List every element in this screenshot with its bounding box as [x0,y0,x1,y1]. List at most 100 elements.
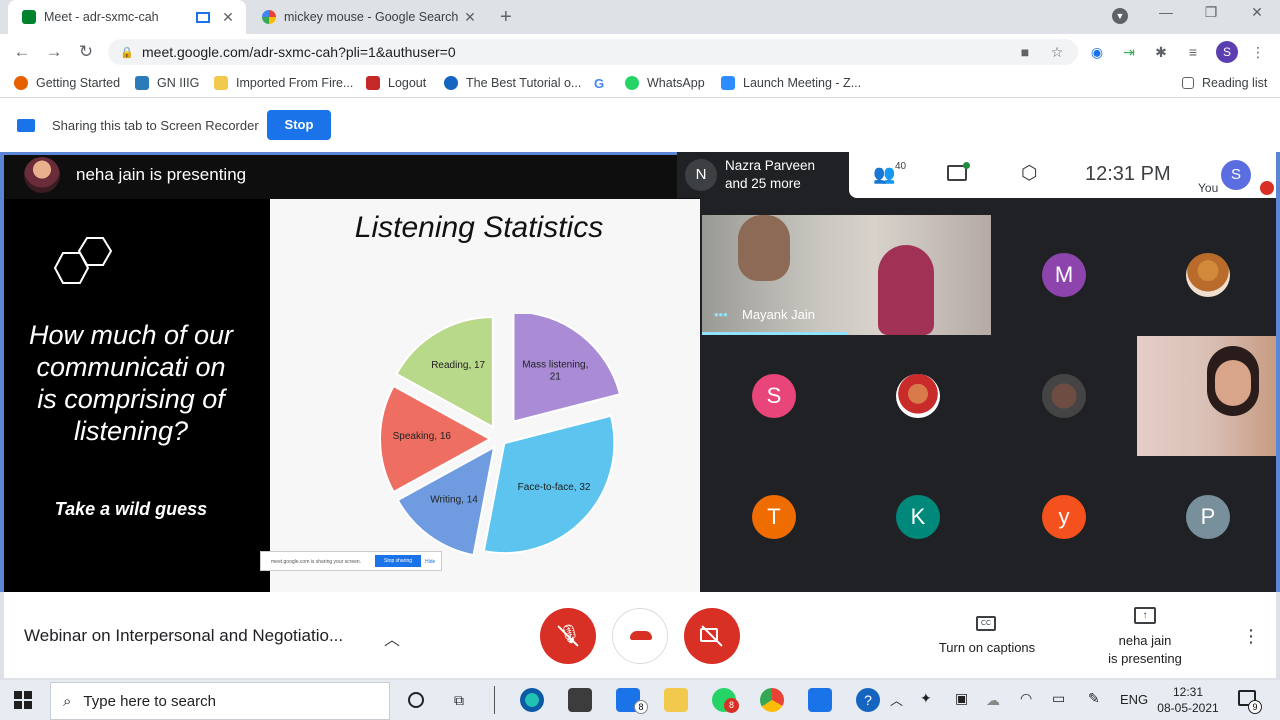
participant-avatar-photo[interactable] [1186,253,1230,297]
close-window-icon[interactable]: ✕ [1234,4,1280,21]
help-icon[interactable]: ? [856,688,880,712]
participant-avatar: N [685,159,717,191]
pen-icon[interactable]: ✎ [1088,690,1100,707]
slide-left-panel: How much of our communicati on is compri… [4,199,270,592]
windows-start-icon[interactable] [14,691,32,709]
task-view-icon[interactable]: ⧉ [454,692,464,709]
new-tab-icon[interactable]: + [500,6,512,29]
video-tile-participant[interactable] [1137,336,1276,456]
screen-sharing-bar: Sharing this tab to Screen Recorder Stop [0,98,1280,152]
forward-icon[interactable]: → [42,40,66,64]
screen-share-icon [17,119,35,132]
clock-date-text: 08-05-2021 [1157,701,1219,715]
more-options-icon[interactable]: ⋮ [1242,626,1260,647]
profile-avatar[interactable]: S [1216,41,1238,63]
battery-icon[interactable]: ▭ [1052,690,1065,707]
bookmark-star-icon[interactable]: ☆ [1048,43,1066,61]
system-clock[interactable]: 12:31 08-05-2021 [1150,684,1226,716]
extensions-icon[interactable]: ✱ [1152,43,1170,61]
notification-count: 9 [1248,700,1262,714]
participant-avatar-y[interactable]: y [1042,495,1086,539]
bookmark-imported[interactable]: Imported From Fire... [214,76,353,90]
presenting-status[interactable]: neha jain is presenting [1086,632,1204,668]
slide-question: How much of our communicati on is compri… [28,320,234,446]
taskbar-search-box[interactable]: ⌕ Type here to search [50,682,390,720]
participant-avatar-photo[interactable] [1042,374,1086,418]
bookmark-tutorial[interactable]: The Best Tutorial o... [444,76,581,90]
meeting-title[interactable]: Webinar on Interpersonal and Negotiatio.… [24,626,343,646]
restore-icon[interactable]: ❐ [1188,4,1234,21]
present-screen-icon[interactable]: ↑ [1134,607,1156,624]
close-tab-icon[interactable]: ✕ [460,9,480,26]
participants-preview[interactable]: N Nazra Parveen and 25 more [677,152,849,198]
reload-icon[interactable]: ↻ [74,40,98,64]
tray-chevron-icon[interactable]: ︿ [890,690,903,709]
camera-off-button[interactable] [684,608,740,664]
close-tab-icon[interactable]: ✕ [218,9,238,26]
whatsapp-badge: 8 [724,698,739,713]
edge-icon[interactable] [520,688,544,712]
bookmark-logout[interactable]: Logout [366,76,426,90]
bookmarks-bar: Getting Started GN IIIG Imported From Fi… [0,70,1280,98]
speaking-indicator-icon: ••• [714,307,728,322]
stop-sharing-mini-button[interactable]: Stop sharing [375,555,421,567]
onedrive-icon[interactable]: ☁ [986,692,1000,709]
screen-recorder-icon[interactable]: ◉ [1088,43,1106,61]
people-icon[interactable]: 👥 [873,164,895,185]
cortana-icon[interactable] [408,692,424,708]
sharing-message: Sharing this tab to Screen Recorder [52,118,259,133]
hide-mini-link[interactable]: Hide [425,559,435,565]
bookmark-whatsapp[interactable]: WhatsApp [625,76,705,90]
file-explorer-icon[interactable] [664,688,688,712]
chrome-icon[interactable] [760,688,784,712]
tab-meet[interactable]: Meet - adr-sxmc-cah ✕ [8,0,246,34]
bookmark-google[interactable]: G [594,76,616,91]
video-tile-mayank[interactable]: ••• Mayank Jain [702,215,991,335]
minimize-icon[interactable]: — [1143,4,1189,20]
tab-google-search[interactable]: mickey mouse - Google Search ✕ [248,0,488,34]
captions-icon[interactable]: CC [976,616,996,631]
language-indicator[interactable]: ENG [1120,692,1148,707]
participant-avatar-t[interactable]: T [752,495,796,539]
meeting-info-bar: 👥 40 ⬡ 12:31 PM You S [849,152,1276,198]
participant-avatar-k[interactable]: K [896,495,940,539]
pie-slice-label: Speaking, 16 [393,431,452,442]
bookmark-getting-started[interactable]: Getting Started [14,76,120,90]
browser-menu-icon[interactable]: ⋮ [1249,43,1267,61]
bookmark-zoom[interactable]: Launch Meeting - Z... [721,76,861,90]
wifi-icon[interactable]: ◠ [1020,690,1032,707]
extension-arrow-icon[interactable]: ⇥ [1120,43,1138,61]
mic-off-button[interactable]: 🎙 [540,608,596,664]
captions-label[interactable]: Turn on captions [914,640,1060,655]
bookmark-label: Launch Meeting - Z... [743,76,862,90]
person-face [878,245,934,335]
participant-avatar-s[interactable]: S [752,374,796,418]
activities-icon[interactable]: ⬡ [1021,162,1038,185]
tab-search-icon[interactable]: ▼ [1112,8,1128,24]
participant-preview-more: and 25 more [725,176,801,191]
self-avatar[interactable]: S [1221,160,1251,190]
speaking-bar [702,332,847,335]
camera-icon[interactable]: ■ [1016,43,1034,61]
media-control-icon[interactable]: ≡ [1184,43,1202,61]
chevron-up-icon[interactable]: ︿ [384,626,400,650]
store-icon[interactable] [568,688,592,712]
participant-avatar-p[interactable]: P [1186,495,1230,539]
chart-title: Listening Statistics [354,211,604,244]
you-label: You [1198,181,1219,195]
zoom-icon [721,76,735,90]
dropbox-icon[interactable]: ✦ [920,690,932,707]
tab-title: mickey mouse - Google Search [284,10,459,24]
address-bar[interactable]: 🔒 meet.google.com/adr-sxmc-cah?pli=1&aut… [108,39,1078,65]
reading-list-button[interactable]: Reading list [1182,76,1267,90]
participant-avatar-m[interactable]: M [1042,253,1086,297]
leave-call-button[interactable] [612,608,668,664]
participant-avatar-photo[interactable] [896,374,940,418]
screen-recorder-app-icon[interactable] [808,688,832,712]
pie-slice-label: Reading, 17 [431,360,485,371]
bookmark-label: Imported From Fire... [236,76,354,90]
stop-sharing-button[interactable]: Stop [267,110,331,140]
back-icon[interactable]: ← [10,40,34,64]
device-icon[interactable]: ▣ [955,690,968,707]
bookmark-gn-iiig[interactable]: GN IIIG [135,76,199,90]
